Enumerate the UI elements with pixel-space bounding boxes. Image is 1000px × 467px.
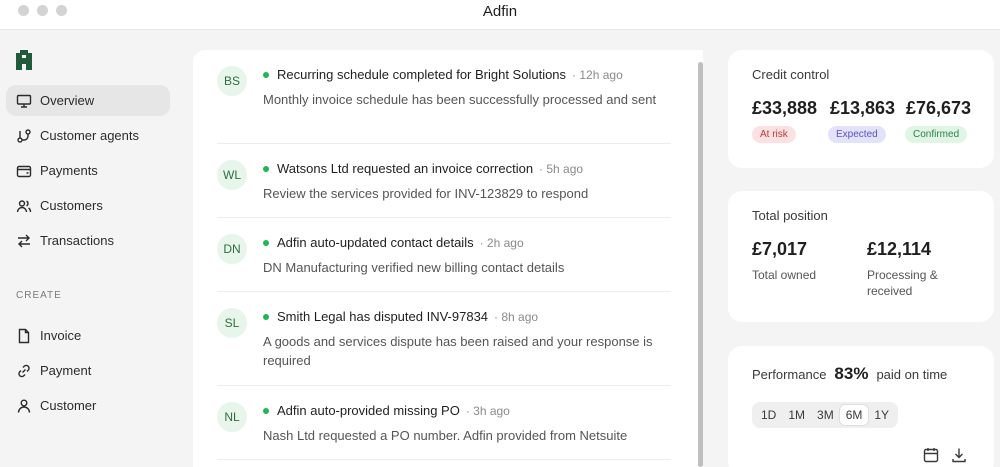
- sidebar-item-label: Customer: [40, 398, 97, 413]
- feed-item[interactable]: BS Recurring schedule completed for Brig…: [193, 50, 671, 144]
- user-icon: [17, 399, 31, 413]
- feed-item-description: Monthly invoice schedule has been succes…: [263, 92, 657, 107]
- sidebar-item-payment[interactable]: Payment: [6, 355, 170, 386]
- title-bar: Adfin: [0, 0, 1000, 30]
- card-title: Total position: [752, 208, 828, 223]
- create-section-label: CREATE: [16, 290, 62, 301]
- performance-suffix: paid on time: [876, 367, 948, 382]
- sidebar-item-label: Overview: [40, 93, 95, 108]
- avatar: SL: [217, 308, 247, 338]
- feed-item-title: Recurring schedule completed for Bright …: [277, 67, 567, 82]
- window-title: Adfin: [482, 3, 518, 20]
- sidebar: Overview Customer agents Payments Custom…: [0, 30, 180, 467]
- performance-percent: 83%: [834, 364, 869, 383]
- users-icon: [16, 199, 32, 212]
- feed-item-title-row: Smith Legal has disputed INV-97834 · 8h …: [263, 309, 538, 324]
- feed-item-title-row: Adfin auto-updated contact details · 2h …: [263, 235, 524, 250]
- total-owned-amount: £7,017: [752, 239, 808, 259]
- monitor-icon: [16, 94, 32, 108]
- feed-item-title: Smith Legal has disputed INV-97834: [277, 309, 489, 324]
- total-position-card: Total position £7,017 Total owned £12,11…: [728, 191, 994, 322]
- sidebar-item-label: Customers: [40, 198, 103, 213]
- feed-scrollbar[interactable]: [698, 62, 703, 467]
- sidebar-item-invoice[interactable]: Invoice: [6, 320, 170, 351]
- feed-item-title-row: Recurring schedule completed for Bright …: [263, 67, 623, 82]
- feed-item-title-row: Watsons Ltd requested an invoice correct…: [263, 161, 583, 176]
- status-dot: [263, 71, 269, 78]
- sidebar-item-customer[interactable]: Customer: [6, 390, 170, 421]
- expected-badge: Expected: [828, 126, 886, 143]
- confirmed-amount: £76,673: [906, 98, 972, 118]
- feed-item-title: Adfin auto-provided missing PO: [277, 403, 460, 418]
- status-dot: [263, 165, 269, 172]
- card-title: Credit control: [752, 67, 830, 82]
- processing-label: Processing & received: [867, 268, 938, 298]
- feed-item-title: Adfin auto-updated contact details: [277, 235, 474, 250]
- feed-item[interactable]: SL Smith Legal has disputed INV-97834 · …: [193, 292, 671, 386]
- avatar: BS: [217, 66, 247, 96]
- sidebar-item-customer-agents[interactable]: Customer agents: [6, 120, 170, 151]
- download-icon[interactable]: [950, 446, 968, 464]
- activity-feed: BS Recurring schedule completed for Brig…: [193, 50, 703, 467]
- sidebar-item-label: Transactions: [40, 233, 114, 248]
- feed-item-time: · 12h ago: [572, 67, 623, 82]
- avatar: WL: [217, 160, 247, 190]
- feed-item-description: A goods and services dispute has been ra…: [263, 334, 653, 368]
- adfin-logo-icon: [16, 50, 32, 70]
- feed-item[interactable]: WL Watsons Ltd requested an invoice corr…: [193, 144, 671, 218]
- feed-item-title: Watsons Ltd requested an invoice correct…: [277, 161, 534, 176]
- sidebar-item-label: Invoice: [40, 328, 82, 343]
- avatar: NL: [217, 402, 247, 432]
- feed-item[interactable]: NL Adfin auto-provided missing PO · 3h a…: [193, 386, 671, 460]
- sidebar-item-overview[interactable]: Overview: [6, 85, 170, 116]
- at-risk-badge: At risk: [752, 126, 796, 143]
- feed-item-description: Review the services provided for INV-123…: [263, 186, 589, 201]
- link-icon: [18, 364, 30, 377]
- status-dot: [263, 407, 269, 414]
- feed-item-time: · 2h ago: [479, 235, 524, 250]
- sidebar-item-transactions[interactable]: Transactions: [6, 225, 170, 256]
- feed-item-description: DN Manufacturing verified new billing co…: [263, 260, 565, 275]
- avatar: DN: [217, 234, 247, 264]
- feed-item-time: · 5h ago: [539, 161, 584, 176]
- wallet-icon: [16, 165, 32, 177]
- range-6m-button[interactable]: 6M: [839, 405, 869, 425]
- feed-item-time: · 3h ago: [465, 403, 510, 418]
- sidebar-item-customers[interactable]: Customers: [6, 190, 170, 221]
- sidebar-item-label: Payment: [40, 363, 92, 378]
- range-1m-button[interactable]: 1M: [782, 405, 811, 425]
- at-risk-amount: £33,888: [752, 98, 818, 118]
- performance-summary: Performance 83% paid on time: [752, 364, 947, 384]
- total-owned-label: Total owned: [752, 268, 817, 282]
- arrows-icon: [18, 234, 30, 247]
- range-1y-button[interactable]: 1Y: [868, 405, 895, 425]
- sidebar-item-payments[interactable]: Payments: [6, 155, 170, 186]
- expected-amount: £13,863: [830, 98, 896, 118]
- performance-label: Performance: [752, 367, 827, 382]
- processing-amount: £12,114: [867, 239, 932, 259]
- range-3m-button[interactable]: 3M: [811, 405, 840, 425]
- file-icon: [18, 328, 30, 343]
- performance-card: Performance 83% paid on time 1D 1M 3M 6M…: [728, 346, 994, 467]
- credit-control-card: Credit control £33,888 £13,863 £76,673 A…: [728, 50, 994, 168]
- status-dot: [263, 239, 269, 246]
- status-dot: [263, 313, 269, 320]
- divider: [217, 459, 671, 460]
- feed-item-description: Nash Ltd requested a PO number. Adfin pr…: [263, 428, 628, 443]
- feed-item-title-row: Adfin auto-provided missing PO · 3h ago: [263, 403, 510, 418]
- agents-icon: [17, 128, 31, 143]
- range-1d-button[interactable]: 1D: [755, 405, 782, 425]
- confirmed-badge: Confirmed: [905, 126, 968, 143]
- calendar-icon[interactable]: [922, 446, 940, 464]
- feed-item[interactable]: DN Adfin auto-updated contact details · …: [193, 218, 671, 292]
- sidebar-item-label: Payments: [40, 163, 98, 178]
- time-range-selector: 1D 1M 3M 6M 1Y: [752, 402, 899, 428]
- sidebar-item-label: Customer agents: [40, 128, 139, 143]
- feed-item-time: · 8h ago: [494, 309, 539, 324]
